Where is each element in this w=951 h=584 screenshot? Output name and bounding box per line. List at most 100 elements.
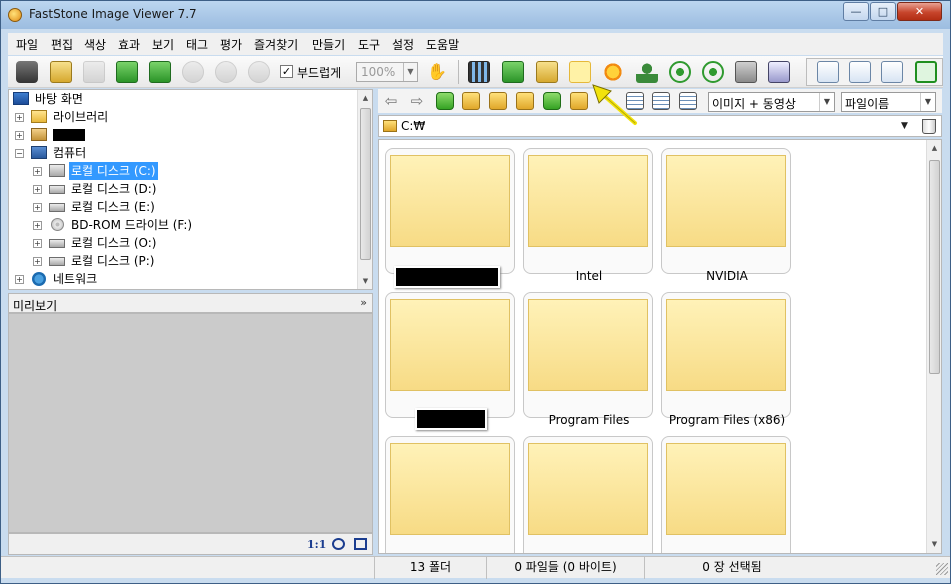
folder-thumbnail[interactable] xyxy=(385,148,515,274)
details-view-icon[interactable] xyxy=(679,92,697,110)
menu-effects[interactable]: 효과 xyxy=(118,36,140,53)
slideshow-icon[interactable] xyxy=(468,61,490,83)
folder-thumbnail[interactable] xyxy=(385,292,515,418)
resize-icon[interactable] xyxy=(502,61,524,83)
close-button[interactable]: ✕ xyxy=(897,2,942,21)
zoom-out-icon[interactable] xyxy=(215,61,237,83)
collapse-icon[interactable]: − xyxy=(15,149,24,158)
actual-size-icon[interactable] xyxy=(248,61,270,83)
title-bar[interactable]: FastStone Image Viewer 7.7 — □ ✕ xyxy=(1,1,950,29)
preview-collapse-icon[interactable]: » xyxy=(360,296,367,309)
forward-arrow-icon[interactable]: ⇨ xyxy=(408,92,426,110)
rotate-right-icon[interactable] xyxy=(702,61,724,83)
rotate-left-icon[interactable] xyxy=(669,61,691,83)
layout-preview-icon[interactable] xyxy=(849,61,871,83)
compare-images-icon[interactable] xyxy=(569,61,591,83)
camera-icon[interactable] xyxy=(16,61,38,83)
menu-favorites[interactable]: 즐겨찾기 xyxy=(254,36,298,53)
minimize-button[interactable]: — xyxy=(843,2,869,21)
expand-icon[interactable]: + xyxy=(33,239,42,248)
folder-thumbnail[interactable] xyxy=(385,436,515,553)
scroll-up-icon[interactable]: ▲ xyxy=(360,92,371,104)
folder-thumbnail[interactable]: Program Files xyxy=(523,292,653,427)
file-type-filter-select[interactable]: 이미지 + 동영상 ▼ xyxy=(708,92,835,112)
expand-icon[interactable]: + xyxy=(33,203,42,212)
refresh-folder-icon[interactable] xyxy=(462,92,480,110)
folder-thumbnail[interactable]: NVIDIA xyxy=(661,148,791,283)
smooth-checkbox[interactable]: ✓ xyxy=(280,65,293,78)
fullscreen-icon[interactable] xyxy=(915,61,937,83)
tree-scrollbar[interactable]: ▲ ▼ xyxy=(357,90,372,289)
fit-window-icon[interactable] xyxy=(332,538,345,550)
previous-image-icon[interactable] xyxy=(116,61,138,83)
tree-item-desktop[interactable]: 바탕 화면 xyxy=(13,90,343,108)
set-wallpaper-icon[interactable] xyxy=(636,61,658,83)
fullscreen-preview-icon[interactable] xyxy=(354,538,367,550)
expand-icon[interactable]: + xyxy=(15,113,24,122)
favorite-folder-icon[interactable] xyxy=(489,92,507,110)
menu-file[interactable]: 파일 xyxy=(16,36,38,53)
folder-thumbnail[interactable]: Program Files (x86) xyxy=(661,292,791,427)
actual-size-button[interactable]: 1:1 xyxy=(307,538,326,551)
scroll-up-icon[interactable]: ▲ xyxy=(929,142,940,154)
adjust-lighting-icon[interactable] xyxy=(602,61,624,83)
tree-item-network[interactable]: + 네트워크 xyxy=(15,270,345,288)
list-view-icon[interactable] xyxy=(652,92,670,110)
menu-rating[interactable]: 평가 xyxy=(220,36,242,53)
zoom-dropdown-arrow-icon[interactable]: ▼ xyxy=(403,63,417,81)
next-image-icon[interactable] xyxy=(149,61,171,83)
tree-item-drive-f[interactable]: + BD-ROM 드라이브 (F:) xyxy=(33,216,343,234)
resize-grip[interactable] xyxy=(936,563,948,575)
back-arrow-icon[interactable]: ⇦ xyxy=(382,92,400,110)
batch-convert-icon[interactable] xyxy=(768,61,790,83)
recycle-bin-icon[interactable] xyxy=(922,119,936,134)
scroll-down-icon[interactable]: ▼ xyxy=(360,275,371,287)
tree-item-drive-c[interactable]: + 로컬 디스크 (C:) xyxy=(33,162,343,180)
expand-icon[interactable]: + xyxy=(33,185,42,194)
menu-edit[interactable]: 편집 xyxy=(51,36,73,53)
expand-icon[interactable]: + xyxy=(15,275,24,284)
zoom-select[interactable]: 100% ▼ xyxy=(356,62,418,82)
folder-up-icon[interactable] xyxy=(436,92,454,110)
expand-icon[interactable]: + xyxy=(33,257,42,266)
tree-item-drive-d[interactable]: + 로컬 디스크 (D:) xyxy=(33,180,343,198)
menu-settings[interactable]: 설정 xyxy=(392,36,414,53)
print-icon[interactable] xyxy=(735,61,757,83)
menu-tags[interactable]: 태그 xyxy=(186,36,208,53)
open-folder-icon[interactable] xyxy=(50,61,72,83)
folder-thumbnail[interactable]: Intel xyxy=(523,148,653,283)
folder-thumbnail[interactable] xyxy=(523,436,653,553)
thumbnail-scroll-thumb[interactable] xyxy=(929,160,940,374)
hand-tool-icon[interactable]: ✋ xyxy=(426,61,448,83)
tree-item-library[interactable]: + 라이브러리 xyxy=(15,108,345,126)
new-folder-icon[interactable] xyxy=(516,92,534,110)
menu-create[interactable]: 만들기 xyxy=(312,36,345,53)
folder-thumbnail[interactable] xyxy=(661,436,791,553)
path-bar[interactable]: C:₩ ▼ xyxy=(378,115,942,137)
save-icon[interactable] xyxy=(83,61,105,83)
filter-dropdown-arrow-icon[interactable]: ▼ xyxy=(819,93,834,111)
scroll-down-icon[interactable]: ▼ xyxy=(929,538,940,550)
tree-item-drive-p[interactable]: + 로컬 디스크 (P:) xyxy=(33,252,343,270)
menu-help[interactable]: 도움말 xyxy=(426,36,459,53)
layout-compact-icon[interactable] xyxy=(881,61,903,83)
crop-icon[interactable] xyxy=(536,61,558,83)
menu-color[interactable]: 색상 xyxy=(84,36,106,53)
tree-item-computer[interactable]: − 컴퓨터 xyxy=(15,144,345,162)
thumbnail-scrollbar[interactable]: ▲ ▼ xyxy=(926,140,941,553)
zoom-in-icon[interactable] xyxy=(182,61,204,83)
tree-item-drive-o[interactable]: + 로컬 디스크 (O:) xyxy=(33,234,343,252)
copy-to-folder-icon[interactable] xyxy=(543,92,561,110)
tree-scroll-thumb[interactable] xyxy=(360,108,371,260)
expand-icon[interactable]: + xyxy=(15,131,24,140)
maximize-button[interactable]: □ xyxy=(870,2,896,21)
sort-by-select[interactable]: 파일이름 ▼ xyxy=(841,92,936,112)
menu-view[interactable]: 보기 xyxy=(152,36,174,53)
tree-item-user[interactable]: + xyxy=(15,126,345,144)
layout-browser-icon[interactable] xyxy=(817,61,839,83)
move-to-folder-icon[interactable] xyxy=(570,92,588,110)
menu-tools[interactable]: 도구 xyxy=(358,36,380,53)
sort-dropdown-arrow-icon[interactable]: ▼ xyxy=(920,93,935,111)
tree-item-drive-e[interactable]: + 로컬 디스크 (E:) xyxy=(33,198,343,216)
path-dropdown-arrow-icon[interactable]: ▼ xyxy=(901,121,908,131)
